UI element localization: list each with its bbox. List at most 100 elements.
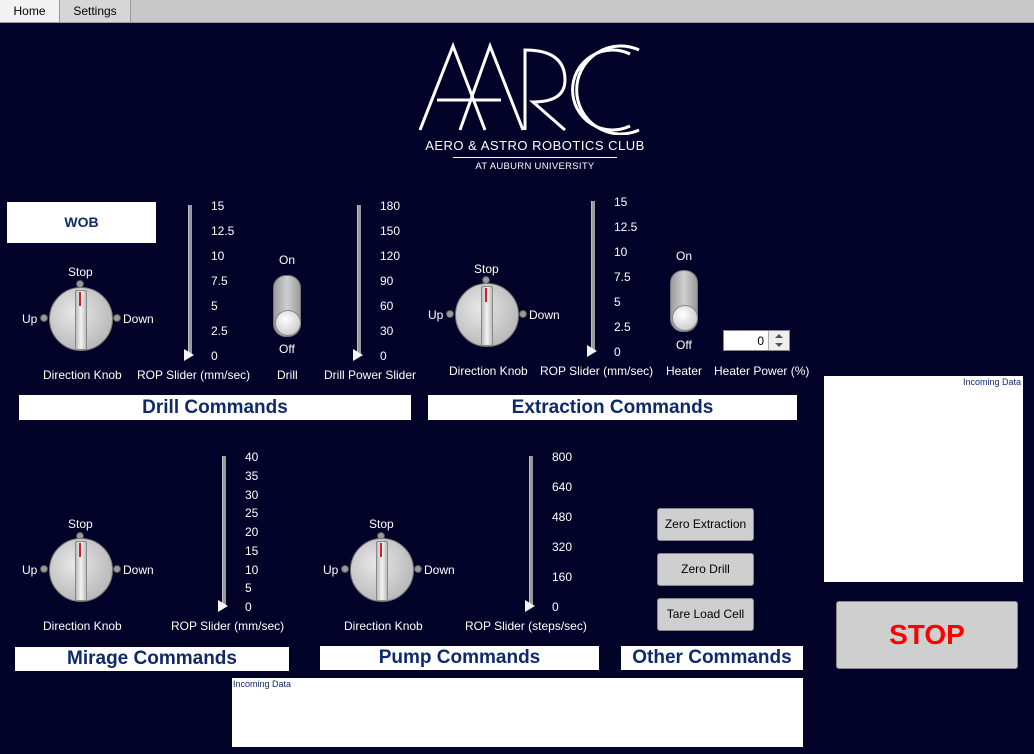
- knob-down-label: Down: [424, 563, 455, 577]
- knob-stop-label: Stop: [474, 262, 499, 276]
- tick: 15: [211, 199, 225, 213]
- tick: 12.5: [211, 224, 235, 238]
- zero-extraction-button[interactable]: Zero Extraction: [657, 508, 754, 541]
- tick: 30: [245, 488, 259, 502]
- pump-commands-title: Pump Commands: [320, 646, 599, 670]
- drill-toggle[interactable]: [273, 275, 301, 337]
- mirage-direction-knob[interactable]: [49, 538, 113, 602]
- tick: 480: [552, 510, 573, 524]
- mirage-rop-caption: ROP Slider (mm/sec): [171, 619, 285, 633]
- tab-home[interactable]: Home: [0, 0, 60, 22]
- tick: 25: [245, 506, 259, 520]
- tick: 7.5: [614, 270, 631, 284]
- tick: 15: [614, 195, 628, 209]
- tick: 12.5: [614, 220, 638, 234]
- zero-drill-button[interactable]: Zero Drill: [657, 553, 754, 586]
- tick: 800: [552, 450, 573, 464]
- heater-toggle[interactable]: [670, 270, 698, 332]
- drill-toggle-off-label: Off: [279, 342, 295, 356]
- tick: 60: [380, 299, 394, 313]
- heater-toggle-off-label: Off: [676, 338, 692, 352]
- extraction-rop-slider-thumb[interactable]: [587, 345, 597, 357]
- pump-knob-caption: Direction Knob: [344, 619, 423, 633]
- mirage-rop-slider-track[interactable]: [222, 456, 226, 606]
- drill-power-caption: Drill Power Slider: [324, 368, 417, 382]
- drill-power-slider-thumb[interactable]: [353, 349, 363, 361]
- tick: 20: [245, 525, 259, 539]
- heater-power-spinner[interactable]: [768, 331, 789, 350]
- knob-down-label: Down: [529, 308, 560, 322]
- pump-rop-slider-thumb[interactable]: [525, 600, 535, 612]
- tare-load-cell-button[interactable]: Tare Load Cell: [657, 598, 754, 631]
- drill-direction-knob[interactable]: [49, 287, 113, 351]
- extraction-knob-caption: Direction Knob: [449, 364, 528, 378]
- knob-up-dot: [40, 565, 48, 573]
- heater-power-input[interactable]: 0: [723, 330, 790, 351]
- knob-needle: [79, 292, 81, 306]
- drill-rop-scale: 15 12.5 10 7.5 5 2.5 0: [211, 199, 241, 363]
- drill-rop-slider-track[interactable]: [188, 205, 192, 355]
- tick: 7.5: [211, 274, 228, 288]
- tick: 0: [614, 345, 621, 359]
- heater-toggle-on-label: On: [676, 249, 693, 263]
- logo-title: AERO & ASTRO ROBOTICS CLUB: [425, 138, 645, 153]
- mirage-rop-slider-thumb[interactable]: [218, 600, 228, 612]
- extraction-commands-title: Extraction Commands: [428, 395, 797, 420]
- extraction-direction-knob[interactable]: [455, 283, 519, 347]
- logo-divider: [453, 157, 617, 158]
- knob-down-dot: [519, 310, 527, 318]
- knob-up-label: Up: [323, 563, 339, 577]
- pump-rop-caption: ROP Slider (steps/sec): [465, 619, 587, 633]
- heater-power-caption: Heater Power (%): [714, 364, 810, 378]
- tick: 320: [552, 540, 573, 554]
- tab-bar: Home Settings: [0, 0, 1034, 23]
- knob-needle: [79, 543, 81, 557]
- heater-toggle-caption: Heater: [666, 364, 703, 378]
- tick: 180: [380, 199, 401, 213]
- tick: 10: [245, 563, 259, 577]
- incoming-data-panel-right: Incoming Data: [824, 376, 1023, 582]
- knob-down-dot: [414, 565, 422, 573]
- knob-needle: [485, 288, 487, 302]
- incoming-data-panel-bottom: Incoming Data: [232, 678, 803, 747]
- tick: 0: [211, 349, 218, 363]
- knob-up-dot: [341, 565, 349, 573]
- knob-down-label: Down: [123, 563, 154, 577]
- drill-rop-slider-thumb[interactable]: [184, 349, 194, 361]
- knob-up-label: Up: [22, 563, 38, 577]
- knob-needle: [380, 543, 382, 557]
- knob-stop-label: Stop: [369, 517, 394, 531]
- drill-power-slider-track[interactable]: [357, 205, 361, 355]
- knob-down-label: Down: [123, 312, 154, 326]
- extraction-rop-scale: 15 12.5 10 7.5 5 2.5 0: [614, 195, 644, 359]
- tick: 0: [552, 600, 559, 614]
- mirage-knob-caption: Direction Knob: [43, 619, 122, 633]
- heater-power-value: 0: [757, 334, 764, 348]
- knob-up-label: Up: [22, 312, 38, 326]
- toggle-handle: [672, 305, 698, 331]
- extraction-rop-slider-track[interactable]: [591, 201, 595, 351]
- tick: 5: [211, 299, 218, 313]
- tick: 10: [614, 245, 628, 259]
- knob-down-dot: [113, 565, 121, 573]
- toggle-handle: [275, 310, 301, 336]
- pump-rop-slider-track[interactable]: [529, 456, 533, 606]
- tick: 2.5: [614, 320, 631, 334]
- club-logo: AERO & ASTRO ROBOTICS CLUB AT AUBURN UNI…: [415, 40, 655, 175]
- tick: 0: [380, 349, 387, 363]
- tab-settings[interactable]: Settings: [60, 0, 131, 22]
- stop-button[interactable]: STOP: [836, 601, 1018, 669]
- mirage-commands-title: Mirage Commands: [15, 647, 289, 671]
- pump-rop-scale: 800 640 480 320 160 0: [552, 450, 582, 614]
- knob-up-label: Up: [428, 308, 444, 322]
- mirage-rop-scale: 40 35 30 25 20 15 10 5 0: [245, 450, 275, 614]
- pump-direction-knob[interactable]: [350, 538, 414, 602]
- tick: 0: [245, 600, 252, 614]
- wob-indicator: WOB: [7, 202, 156, 243]
- knob-stop-label: Stop: [68, 517, 93, 531]
- drill-power-scale: 180 150 120 90 60 30 0: [380, 199, 410, 363]
- drill-knob-caption: Direction Knob: [43, 368, 122, 382]
- tick: 150: [380, 224, 401, 238]
- tick: 30: [380, 324, 394, 338]
- incoming-data-label: Incoming Data: [233, 679, 292, 689]
